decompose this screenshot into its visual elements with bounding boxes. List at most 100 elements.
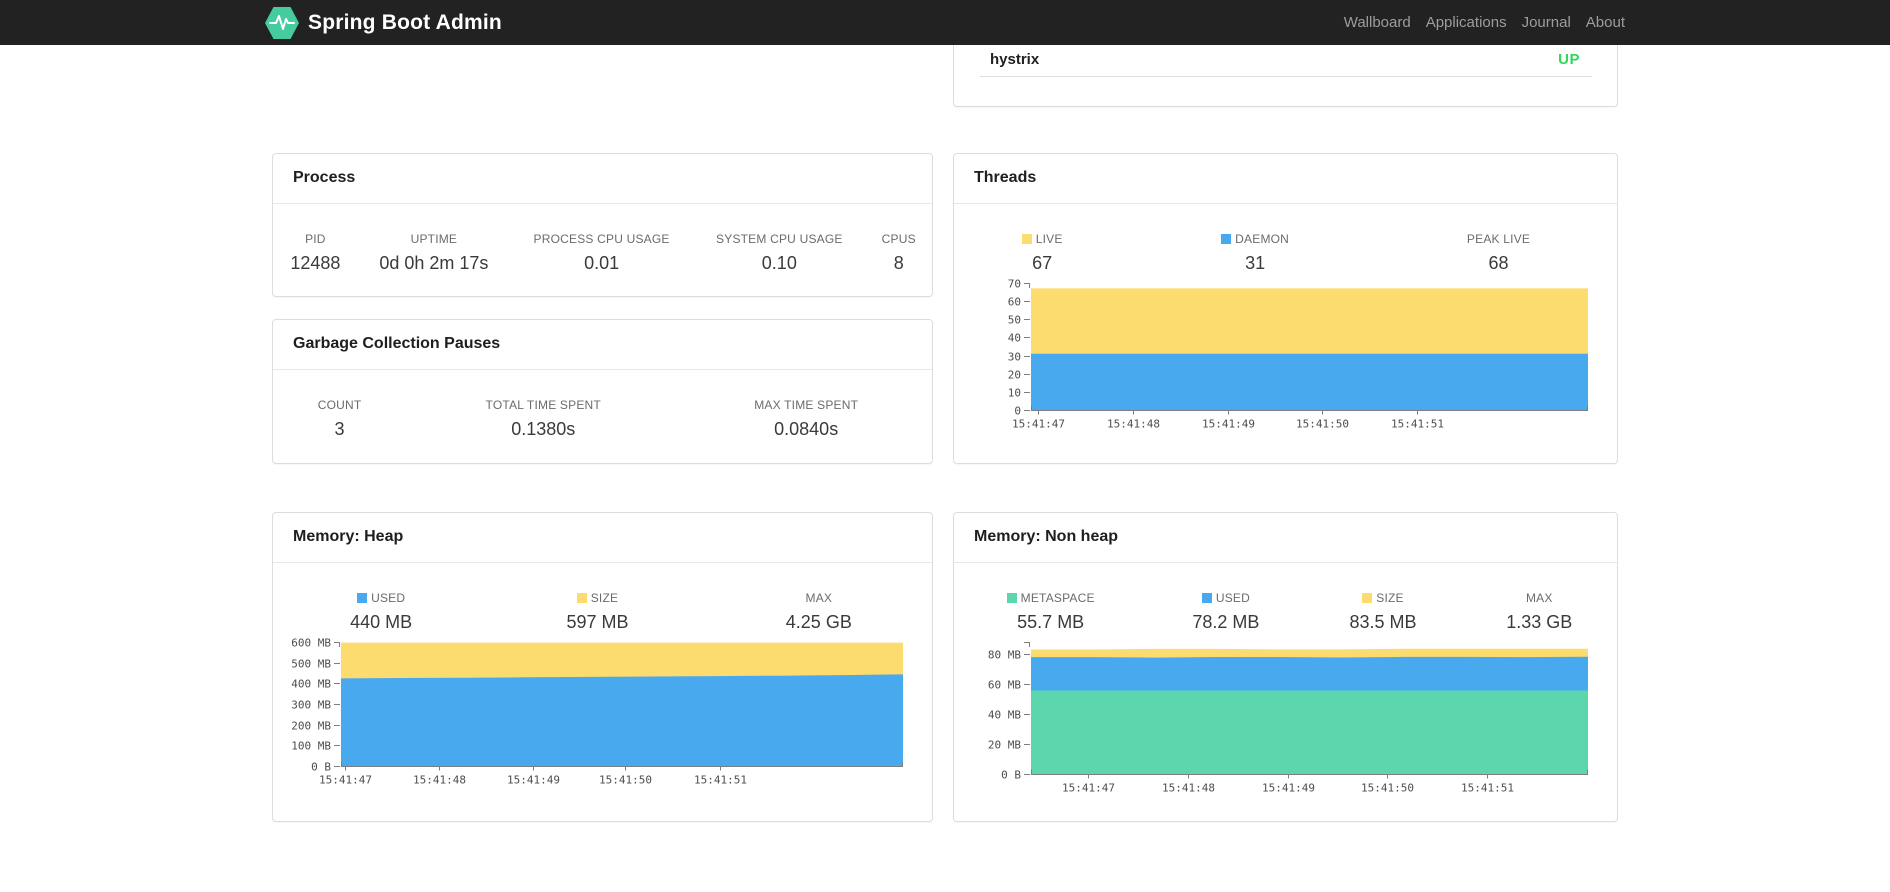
svg-text:80 MB: 80 MB bbox=[988, 649, 1021, 662]
svg-text:30: 30 bbox=[1008, 351, 1021, 364]
svg-text:15:41:51: 15:41:51 bbox=[694, 774, 747, 787]
svg-text:15:41:50: 15:41:50 bbox=[1361, 782, 1414, 795]
application-name: hystrix bbox=[990, 51, 1040, 68]
metric-value: 83.5 MB bbox=[1349, 612, 1417, 632]
metric-value: 31 bbox=[1245, 253, 1266, 273]
metric-label: PID bbox=[305, 232, 326, 246]
metric-label: UPTIME bbox=[410, 232, 458, 246]
metric-label: SIZE bbox=[501, 591, 693, 605]
legend-swatch-live bbox=[1021, 234, 1032, 244]
metric-label: PROCESS CPU USAGE bbox=[533, 232, 670, 246]
metric-value: 4.25 GB bbox=[785, 612, 852, 632]
metric-label: TOTAL TIME SPENT bbox=[485, 398, 601, 412]
metric-label: PEAK LIVE bbox=[1466, 232, 1531, 246]
metric-value: 0.10 bbox=[761, 253, 797, 273]
svg-text:15:41:48: 15:41:48 bbox=[413, 774, 466, 787]
metric-count: COUNT 3 bbox=[273, 398, 406, 440]
metric-value: 0d 0h 2m 17s bbox=[379, 253, 489, 273]
svg-text:15:41:47: 15:41:47 bbox=[319, 774, 372, 787]
nav-link-journal[interactable]: Journal bbox=[1507, 14, 1571, 31]
svg-text:20: 20 bbox=[1008, 369, 1021, 382]
metric-label: COUNT bbox=[317, 398, 362, 412]
svg-text:15:41:50: 15:41:50 bbox=[1296, 418, 1349, 431]
nav-link-applications[interactable]: Applications bbox=[1411, 14, 1507, 31]
nav-link-wallboard[interactable]: Wallboard bbox=[1329, 14, 1411, 31]
metric-value: 440 MB bbox=[350, 612, 413, 632]
nav-links: Wallboard Applications Journal About bbox=[1329, 14, 1625, 32]
metric-used: USED 440 MB bbox=[273, 591, 489, 633]
metric-max-time-spent: MAX TIME SPENT 0.0840s bbox=[680, 398, 932, 440]
svg-text:70: 70 bbox=[1008, 278, 1021, 291]
main-content: Process PID 12488 UPTIME 0d 0h 2m 17s PR… bbox=[272, 45, 1618, 822]
application-row: hystrix UP bbox=[954, 45, 1617, 76]
memory-nonheap-metrics: METASPACE 55.7 MB USED 78.2 MB SIZE 83.5… bbox=[954, 591, 1617, 633]
metric-value: 78.2 MB bbox=[1192, 612, 1260, 632]
metric-peak-live: PEAK LIVE 68 bbox=[1380, 232, 1617, 274]
svg-text:600 MB: 600 MB bbox=[291, 637, 331, 650]
legend-swatch-metaspace bbox=[1006, 593, 1017, 603]
svg-text:15:41:49: 15:41:49 bbox=[507, 774, 560, 787]
metric-value: 0.1380s bbox=[511, 419, 576, 439]
svg-text:200 MB: 200 MB bbox=[291, 720, 331, 733]
legend-swatch-daemon bbox=[1221, 234, 1232, 244]
process-metrics: PID 12488 UPTIME 0d 0h 2m 17s PROCESS CP… bbox=[273, 232, 932, 274]
metric-cpus: CPUS 8 bbox=[865, 232, 932, 274]
svg-text:0 B: 0 B bbox=[311, 761, 331, 774]
threads-card-title: Threads bbox=[954, 154, 1617, 204]
svg-text:0 B: 0 B bbox=[1001, 769, 1021, 782]
metric-value: 0.0840s bbox=[774, 419, 839, 439]
metric-daemon: DAEMON 31 bbox=[1130, 232, 1380, 274]
metric-label: USED bbox=[1159, 591, 1292, 605]
svg-text:15:41:48: 15:41:48 bbox=[1162, 782, 1215, 795]
svg-text:15:41:51: 15:41:51 bbox=[1391, 418, 1444, 431]
metric-label: CPUS bbox=[881, 232, 916, 246]
gc-pauses-card-title: Garbage Collection Pauses bbox=[273, 320, 932, 370]
memory-heap-metrics: USED 440 MB SIZE 597 MB MAX 4.25 GB bbox=[273, 591, 932, 633]
legend-swatch-size bbox=[576, 593, 587, 603]
app-title: Spring Boot Admin bbox=[308, 10, 502, 34]
svg-text:15:41:49: 15:41:49 bbox=[1202, 418, 1255, 431]
memory-heap-chart: 0 B 100 MB 200 MB 300 MB 400 MB 500 MB 600 MB 1… bbox=[273, 637, 932, 795]
metric-label: SIZE bbox=[1316, 591, 1449, 605]
metric-value: 67 bbox=[1032, 253, 1053, 273]
svg-text:15:41:47: 15:41:47 bbox=[1062, 782, 1115, 795]
metric-label: DAEMON bbox=[1142, 232, 1368, 246]
metric-value: 12488 bbox=[290, 253, 341, 273]
memory-nonheap-chart: 0 B 20 MB 40 MB 60 MB 80 MB 15:41:47 15:41:48 1… bbox=[954, 637, 1617, 803]
threads-card: Threads LIVE 67 DAEMON 31 PEAK LIVE 68 0… bbox=[953, 153, 1618, 464]
metric-label: USED bbox=[285, 591, 477, 605]
legend-swatch-used bbox=[1201, 593, 1212, 603]
memory-nonheap-card: Memory: Non heap METASPACE 55.7 MB USED … bbox=[953, 512, 1618, 822]
metric-label: METASPACE bbox=[966, 591, 1135, 605]
svg-text:0: 0 bbox=[1014, 405, 1021, 418]
app-logo-icon bbox=[265, 6, 299, 39]
metric-value: 55.7 MB bbox=[1017, 612, 1085, 632]
metric-value: 68 bbox=[1488, 253, 1509, 273]
metric-live: LIVE 67 bbox=[954, 232, 1130, 274]
metric-label: SYSTEM CPU USAGE bbox=[716, 232, 843, 246]
svg-text:300 MB: 300 MB bbox=[291, 699, 331, 712]
threads-metrics: LIVE 67 DAEMON 31 PEAK LIVE 68 bbox=[954, 232, 1617, 274]
svg-text:10: 10 bbox=[1008, 387, 1021, 400]
application-status-badge: UP bbox=[1558, 51, 1580, 68]
metric-label: MAX bbox=[1525, 591, 1553, 605]
application-status-card: hystrix UP bbox=[953, 45, 1618, 107]
metric-uptime: UPTIME 0d 0h 2m 17s bbox=[358, 232, 510, 274]
svg-text:400 MB: 400 MB bbox=[291, 678, 331, 691]
metric-value: 8 bbox=[893, 253, 904, 273]
metric-process-cpu-usage: PROCESS CPU USAGE 0.01 bbox=[510, 232, 693, 274]
metric-value: 3 bbox=[334, 419, 345, 439]
process-card-title: Process bbox=[273, 154, 932, 204]
svg-text:60: 60 bbox=[1008, 296, 1021, 309]
divider bbox=[980, 76, 1592, 77]
metric-size: SIZE 83.5 MB bbox=[1304, 591, 1461, 633]
metric-max: MAX 4.25 GB bbox=[706, 591, 932, 633]
svg-text:15:41:50: 15:41:50 bbox=[599, 774, 652, 787]
metric-metaspace: METASPACE 55.7 MB bbox=[954, 591, 1147, 633]
metric-value: 1.33 GB bbox=[1506, 612, 1573, 632]
svg-text:15:41:48: 15:41:48 bbox=[1107, 418, 1160, 431]
metric-size: SIZE 597 MB bbox=[489, 591, 705, 633]
nav-link-about[interactable]: About bbox=[1571, 14, 1625, 31]
navbar-brand[interactable]: Spring Boot Admin bbox=[265, 6, 502, 40]
